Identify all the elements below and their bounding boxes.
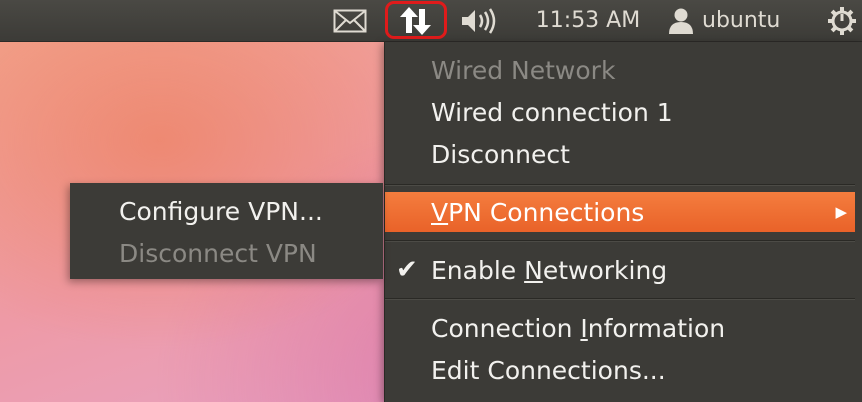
menu-item-disconnect[interactable]: Disconnect: [385, 134, 855, 174]
menu-item-connection-information[interactable]: Connection Information: [385, 308, 855, 348]
menu-item-label: PN Connections: [448, 197, 645, 227]
envelope-icon: [333, 9, 367, 32]
user-name: ubuntu: [702, 8, 781, 33]
submenu-item-configure-vpn[interactable]: Configure VPN...: [70, 191, 383, 231]
person-icon: [669, 8, 693, 34]
mnemonic-n: N: [524, 255, 543, 285]
menu-item-enable-networking[interactable]: ✔ Enable Networking: [385, 250, 855, 290]
menu-separator: [385, 298, 855, 300]
menu-item-vpn-connections[interactable]: V PN Connections ▶: [385, 192, 855, 232]
submenu-item-disconnect-vpn: Disconnect VPN: [119, 238, 317, 268]
speaker-icon: [462, 7, 496, 34]
mail-indicator[interactable]: [330, 0, 370, 41]
submenu-arrow-icon: ▶: [835, 203, 847, 221]
network-highlight-box: [385, 1, 447, 39]
clock[interactable]: 11:53 AM: [523, 0, 653, 41]
gear-power-icon: [828, 6, 856, 35]
session-indicator[interactable]: [822, 0, 862, 41]
menu-header-wired-network: Wired Network: [431, 55, 616, 85]
menu-item-label-rest: etworking: [542, 255, 668, 285]
menu-item-label-pre: Connection: [431, 313, 581, 343]
network-menu: Wired Network Wired connection 1 Disconn…: [384, 42, 862, 402]
menu-item-label-rest: nformation: [587, 313, 726, 343]
menu-separator: [385, 240, 855, 242]
mnemonic-v: V: [431, 197, 449, 227]
sound-indicator[interactable]: [458, 0, 502, 41]
vpn-submenu: Configure VPN... Disconnect VPN: [70, 183, 383, 279]
menu-separator: [385, 184, 855, 186]
mnemonic-i: I: [580, 313, 588, 343]
checkmark-icon: ✔: [396, 255, 418, 285]
user-indicator[interactable]: ubuntu: [668, 0, 808, 41]
menu-item-edit-connections[interactable]: Edit Connections...: [385, 350, 855, 390]
menu-item-wired-connection-1[interactable]: Wired connection 1: [385, 92, 855, 132]
menu-item-label-pre: Enable: [431, 255, 525, 285]
top-panel: 11:53 AM ubuntu: [0, 0, 862, 42]
